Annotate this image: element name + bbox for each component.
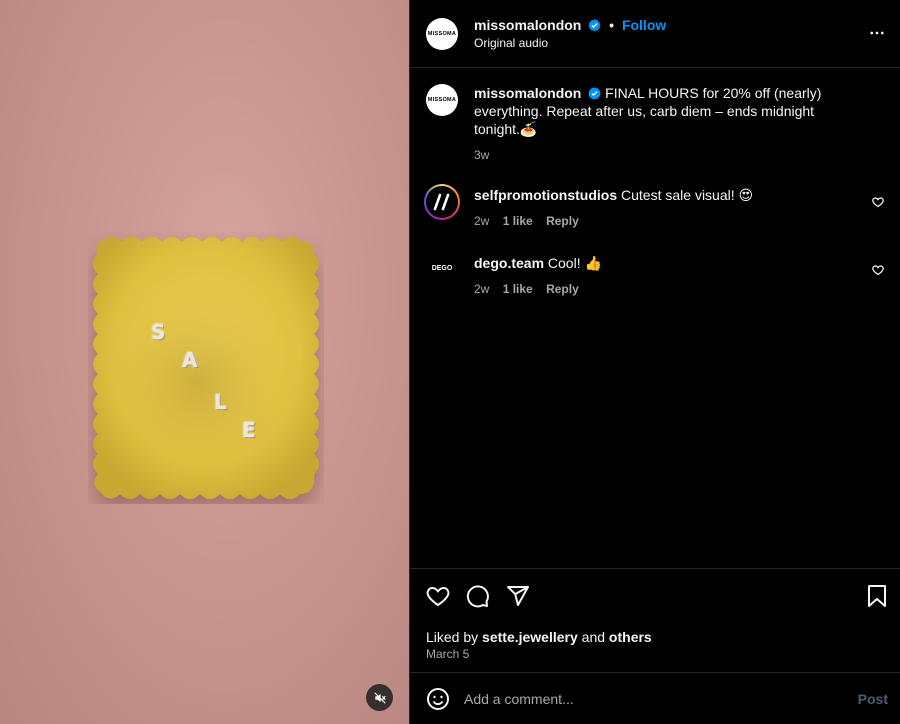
like-comment-heart-icon[interactable] [872,196,884,208]
comment-input[interactable] [464,690,858,707]
mute-button[interactable] [366,684,393,711]
avatar[interactable]: MISSOMA [426,84,458,116]
bookmark-icon [868,585,886,607]
caption-username[interactable]: missomalondon [474,85,581,101]
comments-list[interactable]: MISSOMA missomalondon FINAL HOURS for 20… [410,68,900,568]
comment-time[interactable]: 2w [474,282,489,296]
comment-bubble-icon [466,585,489,608]
reply-button[interactable]: Reply [546,214,579,228]
caption-row: MISSOMA missomalondon FINAL HOURS for 20… [426,84,884,162]
comment-text: Cool! 👍 [547,255,602,271]
like-button[interactable] [426,584,450,608]
author-block: missomalondon • Follow Original audio [474,16,666,52]
comment-likes[interactable]: 1 like [503,214,533,228]
slashes-logo-icon [433,193,450,211]
liked-by-user[interactable]: sette.jewellery [482,629,578,645]
post-side-panel: MISSOMA missomalondon • Follow Original … [410,0,900,724]
post-comment-button[interactable]: Post [858,691,888,707]
verified-badge-icon [588,18,601,32]
sale-letter: A [182,348,198,372]
sale-letter: L [214,390,227,414]
author-username[interactable]: missomalondon [474,17,581,33]
heart-icon [426,586,450,607]
audio-label[interactable]: Original audio [474,34,666,52]
share-button[interactable] [506,584,530,608]
save-button[interactable] [866,584,888,608]
avatar[interactable]: MISSOMA [426,17,458,50]
post-header: MISSOMA missomalondon • Follow Original … [410,0,900,68]
more-options-icon[interactable] [868,24,886,42]
comment-text: Cutest sale visual! 😍 [621,187,754,203]
separator-dot: • [609,16,615,33]
avatar[interactable]: DEGO [426,252,458,284]
verified-badge-icon [588,87,601,100]
caption-meta: 3w [474,148,854,162]
paper-plane-icon [507,586,529,606]
comment-composer: Post [410,672,900,724]
post-dialog: S A L E MISSOMA missomalondon • Follow O… [0,0,900,724]
comment-row: DEGO dego.team Cool! 👍 2w 1 like Reply [426,252,884,296]
comment-meta: 2w 1 like Reply [474,214,854,228]
comment-row: selfpromotionstudios Cutest sale visual!… [424,184,884,228]
emoji-button[interactable] [426,687,450,711]
likes-others-link[interactable]: others [609,629,652,645]
likes-and: and [581,629,606,645]
likes-summary: Liked by sette.jewellery and others [426,628,888,646]
post-date[interactable]: March 5 [426,647,888,661]
ravioli-image [93,237,319,499]
sale-letter: E [242,418,256,442]
action-icons [426,583,888,609]
caption-time[interactable]: 3w [474,148,489,162]
comment-likes[interactable]: 1 like [503,282,533,296]
comment-username[interactable]: dego.team [474,255,544,271]
follow-button[interactable]: Follow [622,17,666,33]
like-comment-heart-icon[interactable] [872,264,884,276]
avatar[interactable] [424,184,460,220]
comment-meta: 2w 1 like Reply [474,282,854,296]
comment-time[interactable]: 2w [474,214,489,228]
likes-prefix: Liked by [426,629,479,645]
reply-button[interactable]: Reply [546,282,579,296]
comment-button[interactable] [466,584,490,608]
speaker-muted-icon [373,691,386,704]
smiley-icon [427,687,449,710]
post-actions: Liked by sette.jewellery and others Marc… [410,568,900,672]
post-media-video[interactable]: S A L E [0,0,409,724]
comment-username[interactable]: selfpromotionstudios [474,187,617,203]
sale-letter: S [151,320,166,344]
